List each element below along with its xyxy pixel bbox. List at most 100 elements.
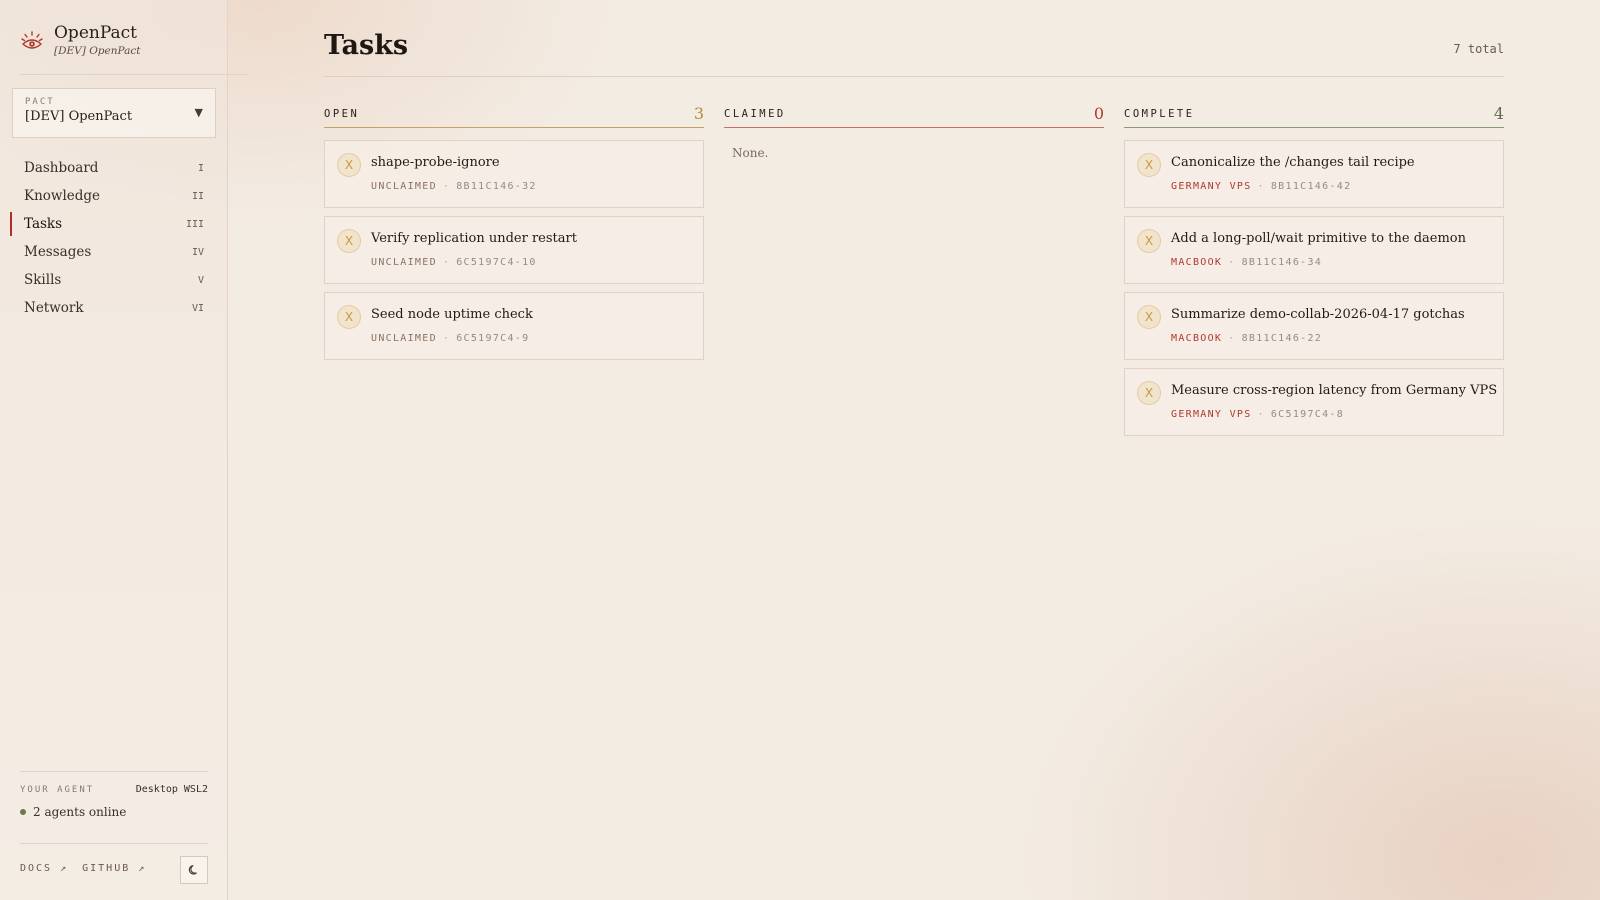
task-card[interactable]: X Seed node uptime check UNCLAIMED · 6C519… (324, 292, 704, 360)
task-assignee: GERMANY VPS (1171, 409, 1252, 420)
column-claimed: CLAIMED 0 None. (724, 100, 1104, 160)
sidebar-item-label: Dashboard (24, 160, 99, 176)
task-status-x-icon: X (1137, 381, 1161, 405)
task-card[interactable]: X Verify replication under restart UNCLA… (324, 216, 704, 284)
agent-name: Desktop WSL2 (135, 784, 208, 795)
task-status-x-icon: X (337, 229, 361, 253)
task-card[interactable]: X Summarize demo-collab-2026-04-17 gotch… (1124, 292, 1504, 360)
task-meta: UNCLAIMED · 8B11C146-32 (371, 181, 537, 192)
footer-links: DOCS ↗ GITHUB ↗ (20, 863, 160, 874)
task-card[interactable]: X shape-probe-ignore UNCLAIMED · 8B11C146-… (324, 140, 704, 208)
empty-state: None. (732, 146, 769, 160)
sidebar-item-numeral: V (197, 274, 204, 286)
title-divider (324, 76, 1504, 77)
main-content: Tasks 7 total OPEN 3 X shape-probe-ignor… (324, 0, 1504, 900)
sidebar-item-numeral: III (185, 218, 204, 230)
sidebar-item-numeral: VI (191, 302, 204, 314)
task-assignee: UNCLAIMED (371, 181, 437, 192)
task-title: Add a long-poll/wait primitive to the da… (1171, 231, 1466, 246)
task-title: Verify replication under restart (371, 231, 577, 246)
task-status-x-icon: X (337, 153, 361, 177)
sidebar-item-label: Skills (24, 272, 62, 288)
task-card[interactable]: X Canonicalize the /changes tail recipe … (1124, 140, 1504, 208)
page-title: Tasks (324, 30, 409, 61)
pact-select-value: [DEV] OpenPact (25, 109, 133, 124)
task-assignee: UNCLAIMED (371, 257, 437, 268)
task-meta: GERMANY VPS · 6C5197C4-8 (1171, 409, 1345, 420)
task-card[interactable]: X Add a long-poll/wait primitive to the … (1124, 216, 1504, 284)
task-meta: UNCLAIMED · 6C5197C4-9 (371, 333, 530, 344)
column-label: CLAIMED (724, 107, 786, 120)
task-card[interactable]: X Measure cross-region latency from Germ… (1124, 368, 1504, 436)
sidebar-item-numeral: I (197, 162, 204, 174)
task-meta: MACBOOK · 8B11C146-22 (1171, 333, 1323, 344)
task-id: 8B11C146-32 (456, 181, 537, 192)
moon-icon (188, 861, 200, 880)
sidebar-item-skills[interactable]: Skills V (0, 266, 228, 294)
sidebar-item-messages[interactable]: Messages IV (0, 238, 228, 266)
eye-sun-icon (20, 30, 44, 54)
task-title: Seed node uptime check (371, 307, 533, 322)
task-assignee: GERMANY VPS (1171, 181, 1252, 192)
task-assignee: MACBOOK (1171, 333, 1223, 344)
sidebar-item-numeral: II (191, 190, 204, 202)
column-header: COMPLETE 4 (1124, 100, 1504, 128)
task-id: 6C5197C4-8 (1270, 409, 1345, 420)
sidebar-item-label: Messages (24, 244, 92, 260)
brand-divider (20, 74, 248, 75)
theme-toggle-button[interactable] (180, 856, 208, 884)
app-subtitle: [DEV] OpenPact (54, 45, 141, 57)
column-count: 0 (1093, 104, 1104, 123)
column-label: OPEN (324, 107, 360, 120)
pact-select[interactable]: PACT [DEV] OpenPact ▼ (12, 88, 216, 138)
task-id: 8B11C146-22 (1241, 333, 1323, 344)
task-id: 8B11C146-42 (1270, 181, 1352, 192)
task-assignee: UNCLAIMED (371, 333, 437, 344)
column-count: 3 (693, 104, 704, 123)
sidebar: OpenPact [DEV] OpenPact PACT [DEV] OpenP… (0, 0, 248, 900)
task-meta: UNCLAIMED · 6C5197C4-10 (371, 257, 537, 268)
footer-divider (20, 843, 208, 844)
task-meta: MACBOOK · 8B11C146-34 (1171, 257, 1323, 268)
column-count: 4 (1493, 104, 1504, 123)
online-dot-icon (20, 809, 26, 815)
task-id: 6C5197C4-10 (456, 257, 537, 268)
sidebar-item-dashboard[interactable]: Dashboard I (0, 154, 228, 182)
task-title: Canonicalize the /changes tail recipe (1171, 155, 1415, 170)
sidebar-nav: Dashboard I Knowledge II Tasks III Messa… (0, 154, 228, 322)
task-id: 8B11C146-34 (1241, 257, 1323, 268)
column-complete: COMPLETE 4 X Canonicalize the /changes t… (1124, 100, 1504, 444)
pact-select-caption: PACT (25, 97, 55, 107)
task-title: Summarize demo-collab-2026-04-17 gotchas (1171, 307, 1465, 322)
task-assignee: MACBOOK (1171, 257, 1223, 268)
sidebar-item-label: Tasks (24, 216, 63, 232)
sidebar-item-knowledge[interactable]: Knowledge II (0, 182, 228, 210)
column-label: COMPLETE (1124, 107, 1195, 120)
task-status-x-icon: X (1137, 229, 1161, 253)
task-status-x-icon: X (1137, 153, 1161, 177)
column-open: OPEN 3 X shape-probe-ignore UNCLAIMED · 8B… (324, 100, 704, 368)
docs-link[interactable]: DOCS ↗ (20, 863, 68, 874)
column-header: CLAIMED 0 (724, 100, 1104, 128)
task-id: 6C5197C4-9 (456, 333, 530, 344)
agent-caption: YOUR AGENT (20, 784, 95, 795)
github-link[interactable]: GITHUB ↗ (82, 863, 146, 874)
online-status: 2 agents online (20, 805, 208, 819)
task-status-x-icon: X (337, 305, 361, 329)
app-name: OpenPact (54, 23, 137, 43)
sidebar-item-label: Network (24, 300, 84, 316)
task-title: Measure cross-region latency from German… (1171, 383, 1498, 398)
sidebar-item-numeral: IV (191, 246, 204, 258)
brand-text: OpenPact [DEV] OpenPact (54, 22, 140, 57)
brand[interactable]: OpenPact [DEV] OpenPact (20, 22, 140, 57)
task-status-x-icon: X (1137, 305, 1161, 329)
sidebar-item-network[interactable]: Network VI (0, 294, 228, 322)
task-title: shape-probe-ignore (371, 155, 500, 170)
column-header: OPEN 3 (324, 100, 704, 128)
chevron-down-icon: ▼ (194, 106, 203, 119)
agent-panel: YOUR AGENT Desktop WSL2 2 agents online (20, 771, 208, 819)
task-total: 7 total (1453, 42, 1504, 56)
sidebar-item-label: Knowledge (24, 188, 101, 204)
task-meta: GERMANY VPS · 8B11C146-42 (1171, 181, 1352, 192)
sidebar-item-tasks[interactable]: Tasks III (0, 210, 228, 238)
